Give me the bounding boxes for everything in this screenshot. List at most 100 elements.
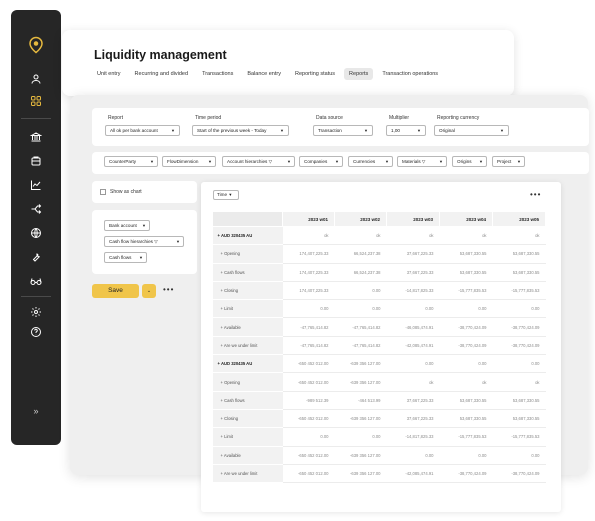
row-label[interactable]: + Closing	[212, 409, 283, 429]
header-panel: Liquidity management Unit entry Recurrin…	[62, 30, 514, 96]
table-cell: -464 513.99	[334, 391, 387, 410]
chip-counterparty[interactable]: CounterParty ▼	[104, 156, 158, 167]
table-row[interactable]: + Are we under limit -650 452 012.00 -639 …	[212, 464, 546, 484]
expand-sidebar-icon[interactable]: »	[11, 406, 61, 416]
save-button[interactable]: Save	[92, 284, 139, 298]
table-row[interactable]: + Opening -650 452 012.00 -639 356 127.00 o…	[212, 372, 546, 392]
table-cell: 0.00	[386, 299, 440, 319]
column-header[interactable]: 2023 w02	[334, 211, 387, 227]
row-label[interactable]: + Are we under limit	[212, 464, 283, 484]
row-label[interactable]: + AUD 320435 AU	[212, 226, 283, 246]
table-row[interactable]: + Cash flows -989 512.39 -464 513.99 37,667…	[212, 391, 546, 410]
chip-companies[interactable]: Companies ▼	[299, 156, 343, 167]
gear-icon[interactable]	[11, 306, 61, 318]
wrench-icon[interactable]	[11, 251, 61, 263]
table-row[interactable]: + Available -47,765,414.82 -47,765,414.82-…	[212, 317, 546, 337]
table-cell: 53,687,330.55	[492, 263, 546, 282]
table-cell: 0.00	[334, 427, 387, 447]
table-more-options-icon[interactable]: •••	[530, 190, 541, 199]
table-cell: 53,687,330.55	[439, 263, 493, 282]
chip-project[interactable]: Project ▼	[492, 156, 525, 167]
tab-transactions[interactable]: Transactions	[197, 68, 238, 80]
table-row[interactable]: + Are we under limit -47,765,414.82 -47,76…	[212, 336, 546, 356]
multiplier-select[interactable]: 1,00 ▼	[386, 125, 426, 136]
bank-icon[interactable]	[11, 131, 61, 143]
column-header[interactable]: 2023 w05	[492, 211, 546, 227]
row-label[interactable]: + Available	[212, 317, 283, 337]
row-label[interactable]: + Are we under limit	[212, 336, 283, 356]
chevron-down-icon: ▼	[500, 128, 504, 133]
globe-icon[interactable]	[11, 227, 61, 239]
row-label[interactable]: + Limit	[212, 427, 283, 447]
column-header[interactable]: 2023 w01	[282, 211, 335, 227]
tab-recurring-and-divided[interactable]: Recurring and divided	[130, 68, 194, 80]
sidebar-divider	[21, 118, 51, 119]
chip-materials[interactable]: Materials ▽ ▼	[397, 156, 447, 167]
row-dim-cash-flow-hierarchies[interactable]: Cash flow hierarchies ▽ ▼	[104, 236, 184, 247]
chevron-down-icon: ▼	[280, 128, 284, 133]
table-row[interactable]: + Closing -650 452 012.00 -639 356 127.00 3…	[212, 409, 546, 429]
more-options-icon[interactable]: •••	[163, 285, 174, 294]
table-cell: -650 452 012.00	[282, 464, 335, 484]
chip-flowdimension[interactable]: FlowDimension ▼	[162, 156, 216, 167]
chip-label: Account hierarchies	[227, 159, 268, 164]
table-cell: -989 512.39	[282, 391, 335, 410]
reporting-currency-select[interactable]: Original ▼	[434, 125, 509, 136]
row-label[interactable]: + Available	[212, 446, 283, 465]
table-row[interactable]: + Limit 0.00 0.00 -14,817,825.33 -15,777,835…	[212, 427, 546, 447]
chip-currencies[interactable]: Currencies ▼	[348, 156, 393, 167]
row-label[interactable]: + Opening	[212, 372, 283, 392]
chevron-down-icon: ▼	[287, 159, 291, 164]
table-row[interactable]: + Limit 0.00 0.00 0.00 0.00 0.00	[212, 299, 546, 319]
row-label[interactable]: + Limit	[212, 299, 283, 319]
help-icon[interactable]	[11, 326, 61, 338]
data-source-select[interactable]: Transaction ▼	[313, 125, 373, 136]
table-cell: 66,524,237.38	[334, 244, 387, 264]
chip-account-hierarchies[interactable]: Account hierarchies ▽ ▼	[222, 156, 295, 167]
chip-label: Project	[497, 159, 512, 164]
table-cell: -38,770,424.09	[492, 464, 546, 484]
table-row[interactable]: + Opening 174,407,225.33 66,524,237.38 37,6…	[212, 244, 546, 264]
table-row[interactable]: + Available -650 452 012.00 -639 356 127.0…	[212, 446, 546, 465]
tab-bar: Unit entry Recurring and divided Transac…	[92, 68, 443, 80]
table-cell: 53,687,330.55	[439, 409, 493, 429]
table-cell: -47,765,414.82	[282, 317, 335, 337]
table-cell: 53,687,330.55	[492, 244, 546, 264]
user-icon[interactable]	[11, 73, 61, 85]
location-pin-logo-icon[interactable]	[11, 36, 61, 54]
tab-transaction-operations[interactable]: Transaction operations	[377, 68, 443, 80]
row-label[interactable]: + Cash flows	[212, 263, 283, 282]
tab-reporting-status[interactable]: Reporting status	[290, 68, 340, 80]
tab-unit-entry[interactable]: Unit entry	[92, 68, 126, 80]
column-header[interactable]: 2023 w04	[439, 211, 493, 227]
row-label[interactable]: + AUD 320435 AU	[212, 354, 283, 374]
multiplier-value: 1,00	[391, 128, 400, 133]
table-group-row[interactable]: + AUD 320435 AU ok ok ok ok ok	[212, 226, 546, 246]
tab-reports[interactable]: Reports	[344, 68, 374, 80]
column-header[interactable]: 2023 w03	[386, 211, 440, 227]
table-cell: -15,777,835.53	[492, 427, 546, 447]
table-cell: -14,817,825.33	[386, 427, 440, 447]
box-icon[interactable]	[11, 155, 61, 167]
chevron-down-icon: ▼	[439, 159, 443, 164]
row-dim-bank-account[interactable]: Bank account ▼	[104, 220, 150, 231]
row-label[interactable]: + Opening	[212, 244, 283, 264]
report-select[interactable]: All ok per bank account ▼	[105, 125, 180, 136]
split-arrows-icon[interactable]	[11, 203, 61, 215]
time-period-select[interactable]: Start of the previous week - Today ▼	[192, 125, 289, 136]
tab-balance-entry[interactable]: Balance entry	[242, 68, 286, 80]
row-label[interactable]: + Closing	[212, 281, 283, 301]
chevron-down-icon: ▼	[479, 159, 483, 164]
table-group-row[interactable]: + AUD 320435 AU -650 452 012.00 -639 356 1…	[212, 354, 546, 374]
chart-line-icon[interactable]	[11, 179, 61, 191]
row-label[interactable]: + Cash flows	[212, 391, 283, 410]
table-row[interactable]: + Closing 174,407,225.33 0.00 -14,817,825.3…	[212, 281, 546, 301]
grid-icon[interactable]	[11, 95, 61, 107]
table-row[interactable]: + Cash flows 174,407,225.33 66,524,237.38 3…	[212, 263, 546, 282]
row-dim-cash-flows[interactable]: Cash flows ▼	[104, 252, 147, 263]
save-options-button[interactable]: ⌄	[142, 284, 156, 298]
glasses-icon[interactable]	[11, 275, 61, 287]
time-dimension-select[interactable]: Time ▼	[213, 190, 239, 200]
show-as-chart-checkbox[interactable]	[100, 189, 106, 195]
chip-origins[interactable]: Origins ▼	[452, 156, 487, 167]
